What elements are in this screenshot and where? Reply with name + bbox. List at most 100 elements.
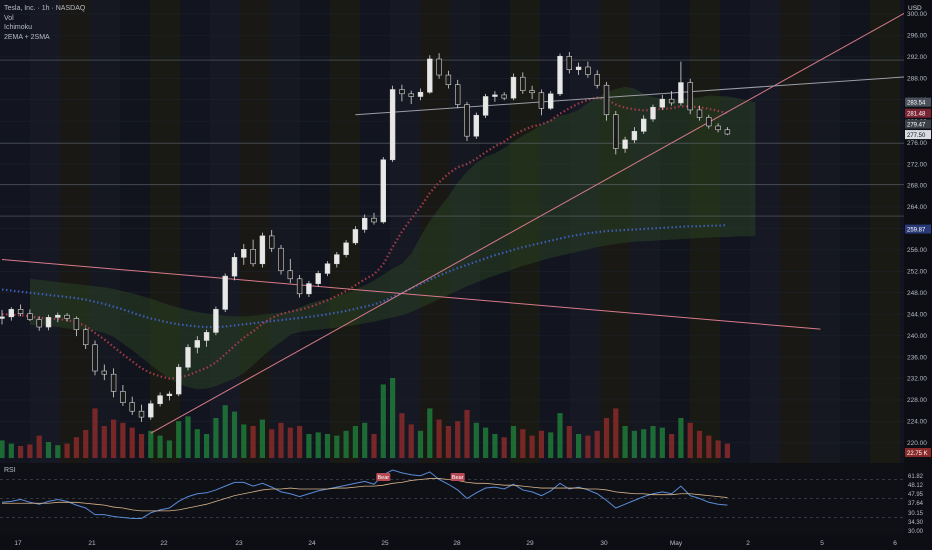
x-tick-label: 25: [381, 540, 389, 547]
x-tick-label: 30: [600, 540, 608, 547]
volume-bar: [538, 430, 544, 458]
x-tick-label: 21: [88, 540, 96, 547]
volume-bar: [641, 429, 647, 458]
candle-body: [17, 309, 24, 314]
candle-body: [278, 247, 284, 272]
volume-bar: [371, 434, 377, 458]
y-tick-label: 224.00: [907, 419, 927, 426]
candle-body: [687, 82, 693, 111]
y-tick-label: 240.00: [907, 333, 927, 340]
volume-bar: [194, 429, 200, 458]
y-tick-label: 248.00: [907, 290, 927, 297]
candle-body: [101, 370, 108, 375]
volume-bar: [696, 430, 703, 458]
volume-bar: [45, 442, 52, 458]
session-band: [750, 0, 780, 534]
x-tick-label: 2: [746, 540, 750, 547]
candle-body: [129, 402, 135, 412]
candle-body: [324, 263, 331, 274]
session-band: [150, 0, 180, 534]
candle-body: [399, 89, 405, 95]
candle-body: [482, 96, 489, 116]
candle-body: [575, 66, 582, 70]
candle-body: [436, 58, 442, 76]
volume-bar: [222, 405, 228, 458]
candle-body: [0, 316, 5, 319]
candle-body: [501, 94, 507, 99]
y-tick-label: 300.00: [907, 11, 927, 18]
volume-bar: [185, 416, 191, 458]
volume-bar: [278, 422, 284, 458]
volume-bar: [166, 440, 172, 458]
volume-bar: [324, 434, 331, 458]
candle-body: [36, 319, 42, 328]
candle-body: [696, 109, 703, 118]
volume-bar: [204, 434, 210, 458]
candle-body: [520, 76, 526, 91]
chart-canvas[interactable]: Bear Bear 220.00 224.00 228.00 232.00 236.00 2…: [0, 0, 932, 550]
candle-body: [557, 55, 563, 95]
y-tick-label: 220.00: [907, 440, 927, 447]
candle-body: [529, 90, 535, 94]
candle-body: [157, 395, 163, 405]
session-band: [810, 0, 840, 534]
volume-bar: [148, 430, 154, 458]
volume-bar: [724, 443, 730, 458]
rsi-tick-label: 30.00: [908, 529, 924, 535]
price-tag: 281.48: [907, 112, 926, 118]
candle-body: [315, 273, 321, 284]
y-tick-label: 276.00: [907, 140, 927, 147]
rsi-tick-label: 30.15: [908, 511, 924, 517]
volume-bar: [380, 384, 386, 458]
volume-bar: [343, 430, 349, 458]
candle-body: [389, 89, 396, 161]
bear-label-1: Bear: [377, 475, 389, 481]
volume-bar: [687, 422, 693, 458]
candle-body: [334, 254, 340, 265]
volume-bar: [269, 429, 275, 458]
volume-bar: [603, 418, 610, 458]
candle-body: [659, 98, 666, 108]
y-tick-label: 288.00: [907, 75, 927, 82]
candle-body: [287, 270, 293, 280]
volume-bar: [659, 427, 665, 458]
candle-body: [259, 235, 266, 265]
volume-bar: [73, 437, 79, 458]
candle-body: [203, 332, 210, 341]
volume-bar: [706, 435, 712, 458]
volume-bar: [129, 427, 135, 458]
x-tick-label: 22: [160, 540, 168, 547]
volume-bar: [390, 378, 396, 458]
volume-bar: [306, 434, 312, 458]
volume-bar: [157, 435, 163, 458]
x-tick-label: 23: [235, 540, 243, 547]
volume-bar: [8, 443, 14, 458]
volume-bar: [259, 419, 265, 458]
volume-bar: [445, 426, 451, 458]
candle-body: [120, 391, 126, 403]
candle-body: [241, 249, 247, 258]
x-tick-label: 24: [308, 540, 316, 547]
volume-bar: [352, 426, 358, 458]
candle-body: [361, 217, 368, 230]
rsi-tick-label: 61.82: [908, 474, 924, 480]
candle-body: [417, 91, 424, 97]
y-tick-label: 268.00: [907, 183, 927, 190]
volume-bar: [557, 413, 563, 458]
volume-bar: [548, 432, 554, 458]
volume-bar: [520, 429, 526, 458]
bear-label-2: Bear: [452, 475, 464, 481]
y-tick-label: 244.00: [907, 311, 927, 318]
volume-bar: [576, 434, 582, 458]
candle-body: [83, 329, 89, 346]
volume-bar: [427, 408, 433, 458]
legend-symbol: Tesla, Inc. · 1h · NASDAQ: [4, 5, 86, 12]
candle-body: [231, 257, 238, 277]
y-tick-label: 236.00: [907, 354, 927, 361]
y-tick-label: 296.00: [907, 33, 927, 40]
candle-body: [371, 217, 377, 223]
session-band: [870, 0, 900, 534]
candle-body: [510, 76, 517, 99]
volume-bar: [408, 424, 414, 458]
volume-bar: [287, 427, 293, 458]
